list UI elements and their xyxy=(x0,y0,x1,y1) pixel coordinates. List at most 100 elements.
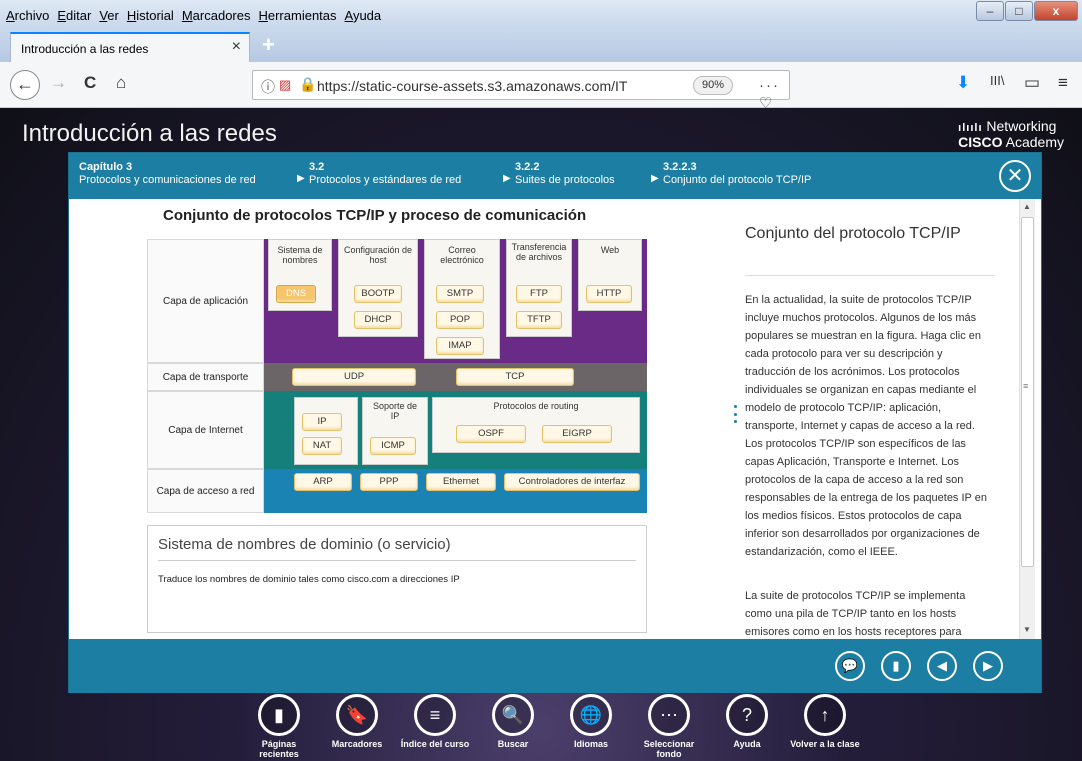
recent-pages-icon: ▮ xyxy=(258,694,300,736)
breadcrumb-page[interactable]: 3.2.2.3 Conjunto del protocolo TCP/IP xyxy=(663,161,811,187)
protocol-icmp-button[interactable]: ICMP xyxy=(370,437,416,455)
reload-icon[interactable]: C xyxy=(84,73,96,93)
home-icon[interactable]: ⌂ xyxy=(116,73,126,93)
breadcrumb-arrow-icon: ▶ xyxy=(651,173,659,184)
help-icon: ? xyxy=(726,694,768,736)
protocol-smtp-button[interactable]: SMTP xyxy=(436,285,484,303)
blocked-media-icon[interactable]: ▨ xyxy=(279,77,291,93)
layer-label-internet: Capa de Internet xyxy=(147,391,264,469)
dock-search[interactable]: 🔍 Buscar xyxy=(478,694,548,749)
url-bar[interactable]: ⓘ ▨ 🔒 https://static-course-assets.s3.am… xyxy=(252,70,790,130)
menu-editar[interactable]: Editar xyxy=(57,8,91,23)
dock-back-to-class[interactable]: ↑ Volver a la clase xyxy=(790,694,860,749)
grid-dots-icon: ⋯ xyxy=(648,694,690,736)
menu-marcadores[interactable]: Marcadores xyxy=(182,8,251,23)
scroll-thumb[interactable] xyxy=(1021,217,1034,567)
protocol-bootp-button[interactable]: BOOTP xyxy=(354,285,402,303)
dock-select-background[interactable]: ⋯ Seleccionar fondo xyxy=(634,694,704,759)
library-icon[interactable]: III\ xyxy=(990,73,1004,88)
dock-help[interactable]: ? Ayuda xyxy=(712,694,782,749)
download-icon[interactable]: ⬇ xyxy=(956,73,970,93)
arrow-up-icon: ↑ xyxy=(804,694,846,736)
search-icon: 🔍 xyxy=(492,694,534,736)
transport-layer: Capa de transporte UDP TCP xyxy=(147,363,647,391)
menu-ayuda[interactable]: Ayuda xyxy=(345,8,382,23)
breadcrumb-chapter[interactable]: Capítulo 3 Protocolos y comunicaciones de… xyxy=(79,161,256,187)
sidebar-icon[interactable]: ▭ xyxy=(1024,73,1040,93)
layer-label-transport: Capa de transporte xyxy=(147,363,264,391)
scroll-up-icon[interactable]: ▲ xyxy=(1023,202,1031,211)
layer-label-application: Capa de aplicación xyxy=(147,239,264,363)
breadcrumb-section[interactable]: 3.2 Protocolos y estándares de red xyxy=(309,161,461,187)
bookmark-icon[interactable]: ▮ xyxy=(881,651,911,681)
lock-icon[interactable]: 🔒 xyxy=(299,76,316,93)
dock-course-index[interactable]: ≡ Índice del curso xyxy=(400,694,470,749)
protocol-imap-button[interactable]: IMAP xyxy=(436,337,484,355)
menu-icon[interactable]: ≡ xyxy=(1058,73,1068,93)
internet-layer-body: IP NAT Soporte de IP ICMP Protocolos de … xyxy=(264,391,647,469)
dock-bookmarks[interactable]: 🔖 Marcadores xyxy=(322,694,392,749)
protocol-drivers-button[interactable]: Controladores de interfaz xyxy=(504,473,640,491)
comment-icon[interactable]: 💬 xyxy=(835,651,865,681)
back-icon[interactable]: ← xyxy=(10,70,40,100)
internet-layer: Capa de Internet IP NAT Soporte de IP IC… xyxy=(147,391,647,469)
protocol-ppp-button[interactable]: PPP xyxy=(360,473,418,491)
next-icon[interactable]: ▶ xyxy=(973,651,1003,681)
protocol-dhcp-button[interactable]: DHCP xyxy=(354,311,402,329)
protocol-ftp-button[interactable]: FTP xyxy=(516,285,562,303)
protocol-arp-button[interactable]: ARP xyxy=(294,473,352,491)
dock-languages[interactable]: 🌐 Idiomas xyxy=(556,694,626,749)
browser-menubar: Archivo Editar Ver Historial Marcadores … xyxy=(0,0,1082,30)
tab-active[interactable]: Introducción a las redes × xyxy=(10,32,250,62)
protocol-udp-button[interactable]: UDP xyxy=(292,368,416,386)
menu-archivo[interactable]: Archivo xyxy=(6,8,49,23)
scroll-grip-icon: ≡ xyxy=(1023,381,1029,391)
panel-paragraph-1: En la actualidad, la suite de protocolos… xyxy=(745,294,987,558)
panel-title: Conjunto del protocolo TCP/IP xyxy=(745,225,961,242)
protocol-description: Sistema de nombres de dominio (o servici… xyxy=(147,525,647,633)
protocol-dns-button[interactable]: DNS xyxy=(276,285,316,303)
page-content: Conjunto de protocolos TCP/IP y proceso … xyxy=(69,199,1041,639)
protocol-eigrp-button[interactable]: EIGRP xyxy=(542,425,612,443)
content-frame: Capítulo 3 Protocolos y comunicaciones de… xyxy=(68,152,1042,693)
menu-herramientas[interactable]: Herramientas xyxy=(258,8,336,23)
globe-icon: 🌐 xyxy=(570,694,612,736)
description-text: Traduce los nombres de dominio tales com… xyxy=(158,574,460,585)
breadcrumb-subsection[interactable]: 3.2.2 Suites de protocolos xyxy=(515,161,615,187)
tab-close-icon[interactable]: × xyxy=(232,38,241,56)
protocol-nat-button[interactable]: NAT xyxy=(302,437,342,455)
panel-resize-handle[interactable] xyxy=(733,405,737,423)
scroll-down-icon[interactable]: ▼ xyxy=(1023,625,1031,634)
url-text[interactable]: https://static-course-assets.s3.amazonaw… xyxy=(317,78,657,94)
layer-label-access: Capa de acceso a red xyxy=(147,469,264,513)
access-layer-body: ARP PPP Ethernet Controladores de interf… xyxy=(264,469,647,513)
cisco-logo: ılıılı Networking CISCO Academy xyxy=(958,118,1064,150)
menu-ver[interactable]: Ver xyxy=(99,8,119,23)
close-icon[interactable]: ✕ xyxy=(999,160,1031,192)
divider xyxy=(745,275,995,276)
protocol-ethernet-button[interactable]: Ethernet xyxy=(426,473,496,491)
course-title: Introducción a las redes xyxy=(22,120,277,147)
protocol-pop-button[interactable]: POP xyxy=(436,311,484,329)
info-icon[interactable]: ⓘ xyxy=(261,77,275,97)
vertical-scrollbar[interactable]: ▲ ≡ ▼ xyxy=(1019,199,1035,639)
minimize-button[interactable]: – xyxy=(976,1,1004,21)
dock-recent-pages[interactable]: ▮ Páginas recientes xyxy=(244,694,314,759)
course-dock: ▮ Páginas recientes 🔖 Marcadores ≡ Índic… xyxy=(236,694,876,761)
protocol-tftp-button[interactable]: TFTP xyxy=(516,311,562,329)
menu-historial[interactable]: Historial xyxy=(127,8,174,23)
protocol-ip-button[interactable]: IP xyxy=(302,413,342,431)
menu-items: Archivo Editar Ver Historial Marcadores … xyxy=(6,8,381,23)
close-window-button[interactable]: x xyxy=(1034,1,1078,21)
protocol-ospf-button[interactable]: OSPF xyxy=(456,425,526,443)
new-tab-button[interactable]: + xyxy=(262,32,275,58)
course-index-icon: ≡ xyxy=(414,694,456,736)
protocol-http-button[interactable]: HTTP xyxy=(586,285,632,303)
previous-icon[interactable]: ◀ xyxy=(927,651,957,681)
forward-icon[interactable]: → xyxy=(50,73,67,93)
maximize-button[interactable]: □ xyxy=(1005,1,1033,21)
protocol-tcp-button[interactable]: TCP xyxy=(456,368,574,386)
zoom-level[interactable]: 90% xyxy=(693,76,733,95)
bottom-nav-bar: 💬 ▮ ◀ ▶ xyxy=(69,639,1041,693)
application-layer-body: Sistema de nombres DNS Configuración de … xyxy=(264,239,647,363)
